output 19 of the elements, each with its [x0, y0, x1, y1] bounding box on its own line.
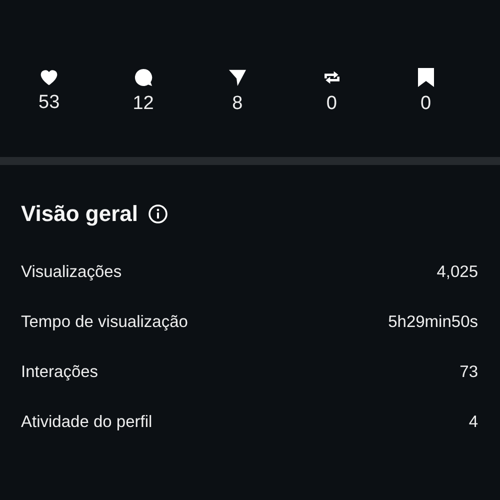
metric-label: Interações	[21, 362, 98, 382]
stat-count: 8	[232, 93, 243, 115]
metric-value: 4,025	[436, 262, 478, 282]
metric-label: Tempo de visualização	[21, 312, 188, 332]
bookmark-icon[interactable]	[418, 68, 434, 87]
stat-count: 0	[326, 93, 337, 115]
info-icon[interactable]	[148, 204, 168, 224]
metric-label: Atividade do perfil	[21, 412, 152, 432]
metric-value: 4	[468, 412, 478, 432]
paper-plane-icon[interactable]	[228, 68, 247, 87]
speech-bubble-icon[interactable]	[134, 68, 153, 87]
stat-count: 12	[132, 93, 154, 115]
metric-label: Visualizações	[21, 262, 122, 282]
stat-count: 0	[420, 93, 432, 115]
heart-icon[interactable]	[39, 68, 60, 86]
stat-count: 53	[38, 92, 60, 114]
metric-value: 73	[460, 362, 478, 382]
metric-value: 5h29min50s	[388, 312, 478, 332]
section-title: Visão geral	[21, 201, 138, 227]
